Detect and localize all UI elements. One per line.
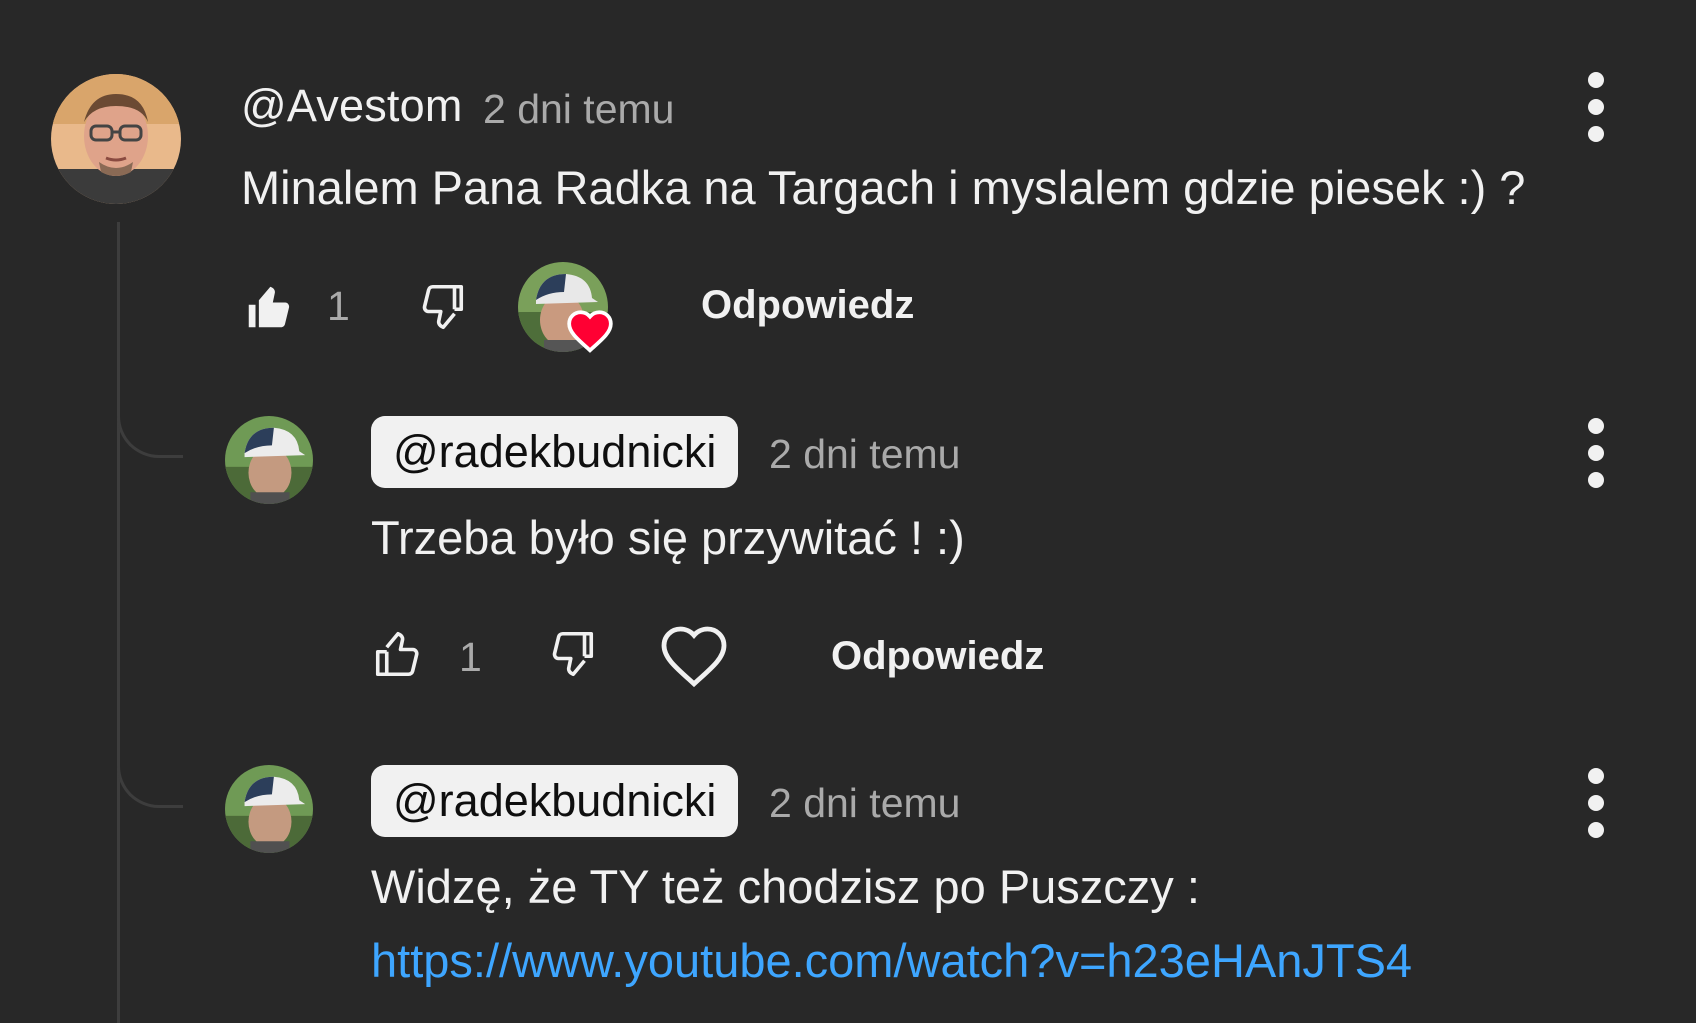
reply-button[interactable]: Odpowiedz (701, 283, 914, 328)
video-link[interactable]: https://www.youtube.com/watch?v=h23eHAnJ… (371, 933, 1412, 988)
reply-connector (117, 398, 183, 458)
heart-icon[interactable] (658, 623, 730, 689)
reply-author-chip[interactable]: @radekbudnicki (371, 416, 739, 488)
reply-timestamp[interactable]: 2 dni temu (769, 780, 960, 827)
commenter-avatar[interactable] (51, 74, 181, 204)
reply-author-chip[interactable]: @radekbudnicki (371, 765, 739, 837)
like-count: 1 (459, 634, 482, 680)
like-count: 1 (327, 283, 350, 329)
reply-text: Trzeba było się przywitać ! :) (371, 511, 965, 564)
reply-button[interactable]: Odpowiedz (831, 634, 1044, 679)
more-vert-icon[interactable] (1576, 768, 1616, 838)
reply-timestamp[interactable]: 2 dni temu (769, 431, 960, 478)
reply-connector (117, 748, 183, 808)
more-vert-icon[interactable] (1576, 418, 1616, 488)
heart-icon (565, 306, 615, 356)
thumb-down-icon[interactable] (544, 627, 598, 681)
thumb-up-icon[interactable] (371, 627, 425, 681)
reply-avatar[interactable] (225, 416, 313, 504)
comment-author[interactable]: @Avestom (241, 80, 463, 132)
reply-avatar[interactable] (225, 765, 313, 853)
creator-heart-badge (518, 262, 613, 354)
thumb-up-icon[interactable] (242, 280, 296, 334)
comment-thread: @Avestom 2 dni temu Minalem Pana Radka n… (0, 0, 1696, 1023)
comment-timestamp[interactable]: 2 dni temu (483, 86, 674, 133)
thumb-down-icon[interactable] (414, 280, 468, 334)
reply-text: Widzę, że TY też chodzisz po Puszczy : (371, 860, 1200, 913)
comment-text: Minalem Pana Radka na Targach i myslalem… (241, 161, 1526, 214)
thread-line (117, 222, 120, 1023)
more-vert-icon[interactable] (1576, 72, 1616, 142)
